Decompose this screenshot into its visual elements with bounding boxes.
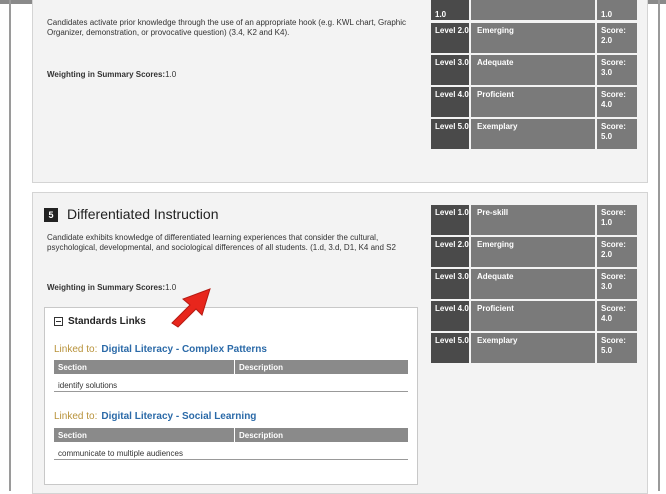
- rubric-level: Level 2.0: [431, 237, 469, 267]
- rubric-level: Level 3.0: [431, 269, 469, 299]
- rubric-level: Level 2.0: [431, 23, 469, 53]
- standard-link[interactable]: Digital Literacy - Social Learning: [101, 411, 256, 422]
- weighting-label: Weighting in Summary Scores:: [47, 70, 166, 79]
- standards-links-title: Standards Links: [68, 316, 146, 327]
- rubric-score: Score: 1.0: [597, 205, 637, 235]
- table-row: identify solutions: [54, 378, 408, 392]
- rubric-level: Level 5.0: [431, 333, 469, 363]
- red-arrow-pointer: [171, 288, 211, 328]
- rubric-score: Score: 4.0: [597, 301, 637, 331]
- item-4-weighting: Weighting in Summary Scores:1.0: [47, 70, 176, 79]
- section-column-header: Section: [58, 363, 87, 372]
- linked-prefix: Linked to:: [54, 344, 98, 355]
- item-5-rubric: Level 1.0 Pre-skill Score: 1.0 Level 2.0…: [431, 205, 637, 365]
- standards-table-header: Section Description: [54, 360, 408, 374]
- rubric-level: Level 4.0: [431, 301, 469, 331]
- window-left-border: [9, 0, 11, 491]
- description-column-header: Description: [234, 360, 283, 374]
- rubric-level: Level 5.0: [431, 119, 469, 149]
- linked-standard-1: Linked to: Digital Literacy - Complex Pat…: [54, 344, 267, 355]
- item-4-rubric: Level 2.0 Emerging Score: 2.0 Level 3.0 …: [431, 23, 637, 151]
- rubric-row[interactable]: Level 2.0 Emerging Score: 2.0: [431, 237, 637, 267]
- item-title: Differentiated Instruction: [67, 206, 219, 222]
- rubric-row[interactable]: Level 1.0 Pre-skill Score: 1.0: [431, 205, 637, 235]
- item-5-weighting: Weighting in Summary Scores:1.0: [47, 283, 176, 292]
- collapse-minus-icon[interactable]: [54, 317, 63, 326]
- weighting-value: 1.0: [165, 70, 177, 79]
- weighting-label: Weighting in Summary Scores:: [47, 283, 166, 292]
- item-5-description: Candidate exhibits knowledge of differen…: [47, 233, 396, 252]
- rubric-score: Score: 3.0: [597, 55, 637, 85]
- rubric-name: Emerging: [471, 23, 595, 53]
- rubric-level: Level 3.0: [431, 55, 469, 85]
- linked-prefix: Linked to:: [54, 411, 98, 422]
- description-column-header: Description: [234, 428, 283, 442]
- rubric-level: Level 1.0: [431, 205, 469, 235]
- rubric-name: Adequate: [471, 269, 595, 299]
- rubric-row[interactable]: Level 3.0 Adequate Score: 3.0: [431, 269, 637, 299]
- rubric-score: Score: 5.0: [597, 119, 637, 149]
- rubric-name: Adequate: [471, 55, 595, 85]
- rubric-score: Score: 2.0: [597, 23, 637, 53]
- window-right-border: [658, 0, 660, 491]
- rubric-name-cell: [471, 0, 595, 20]
- standard-link[interactable]: Digital Literacy - Complex Patterns: [101, 344, 267, 355]
- standards-links-header[interactable]: Standards Links: [54, 316, 146, 327]
- rubric-level-cell: 1.0: [431, 0, 469, 20]
- rubric-name: Pre-skill: [471, 205, 595, 235]
- table-row: communicate to multiple audiences: [54, 446, 408, 460]
- rubric-score: Score: 4.0: [597, 87, 637, 117]
- item-number-badge: 5: [44, 208, 58, 222]
- item-4-description: Candidates activate prior knowledge thro…: [47, 18, 407, 37]
- rubric-score-cell: 1.0: [597, 0, 637, 20]
- standards-table-header: Section Description: [54, 428, 408, 442]
- rubric-row[interactable]: Level 4.0 Proficient Score: 4.0: [431, 301, 637, 331]
- rubric-row[interactable]: Level 2.0 Emerging Score: 2.0: [431, 23, 637, 53]
- rubric-name: Proficient: [471, 301, 595, 331]
- item-4-rubric-row-partial: 1.0 1.0: [431, 0, 637, 20]
- linked-standard-2: Linked to: Digital Literacy - Social Lear…: [54, 411, 256, 422]
- rubric-row[interactable]: Level 5.0 Exemplary Score: 5.0: [431, 119, 637, 149]
- rubric-name: Exemplary: [471, 333, 595, 363]
- rubric-name: Exemplary: [471, 119, 595, 149]
- rubric-row[interactable]: Level 3.0 Adequate Score: 3.0: [431, 55, 637, 85]
- rubric-score: Score: 3.0: [597, 269, 637, 299]
- section-column-header: Section: [58, 431, 87, 440]
- rubric-row[interactable]: Level 5.0 Exemplary Score: 5.0: [431, 333, 637, 363]
- rubric-score: Score: 5.0: [597, 333, 637, 363]
- rubric-score: Score: 2.0: [597, 237, 637, 267]
- rubric-name: Emerging: [471, 237, 595, 267]
- rubric-row[interactable]: Level 4.0 Proficient Score: 4.0: [431, 87, 637, 117]
- rubric-name: Proficient: [471, 87, 595, 117]
- rubric-level: Level 4.0: [431, 87, 469, 117]
